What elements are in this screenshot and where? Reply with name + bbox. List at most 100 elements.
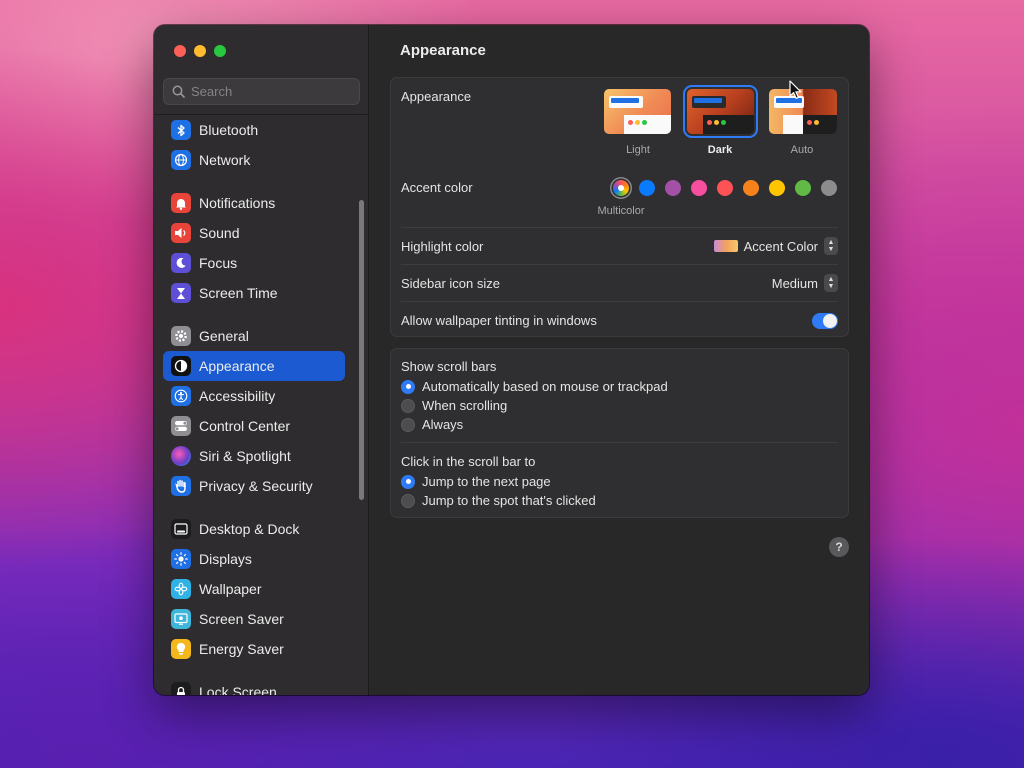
accent-selected-name: Multicolor — [597, 205, 645, 217]
sidebar-item-general[interactable]: General — [163, 321, 345, 351]
highlight-color-swatch — [713, 240, 738, 252]
row-divider — [401, 442, 838, 443]
sidebar-item-label: Bluetooth — [199, 122, 259, 138]
sidebar-icon-size-select[interactable]: Medium ▲ ▼ — [772, 274, 838, 292]
radio-option-always[interactable]: Always — [401, 417, 463, 432]
sidebar-icon-size-value: Medium — [771, 275, 818, 291]
click-scroll-bar-label: Click in the scroll bar to — [401, 454, 536, 469]
siri-icon — [171, 446, 191, 466]
accent-orange-swatch[interactable] — [743, 180, 759, 196]
sidebar-item-label: Lock Screen — [199, 684, 277, 695]
sidebar-item-control-center[interactable]: Control Center — [163, 411, 345, 441]
sidebar-item-label: Siri & Spotlight — [199, 448, 291, 464]
sidebar-scrollbar[interactable] — [359, 200, 364, 500]
sidebar-item-label: Wallpaper — [199, 581, 262, 597]
speaker-icon — [171, 223, 191, 243]
appearance-settings-card: Appearance Light Dark Auto Accent color … — [390, 77, 849, 337]
sidebar-item-label: Appearance — [199, 358, 275, 374]
sidebar-item-wallpaper[interactable]: Wallpaper — [163, 574, 345, 604]
switches-icon — [171, 416, 191, 436]
sidebar-item-label: Notifications — [199, 195, 276, 211]
radio-label: Always — [422, 417, 464, 432]
help-button[interactable]: ? — [829, 537, 849, 557]
sidebar-item-focus[interactable]: Focus — [163, 248, 345, 278]
sidebar-item-sound[interactable]: Sound — [163, 218, 345, 248]
sidebar-item-label: General — [199, 328, 249, 344]
sidebar-item-screen-saver[interactable]: Screen Saver — [163, 604, 345, 634]
sidebar-item-privacy-security[interactable]: Privacy & Security — [163, 471, 345, 501]
sidebar-item-notifications[interactable]: Notifications — [163, 188, 345, 218]
hand-icon — [171, 476, 191, 496]
globe-icon — [171, 150, 191, 170]
wallpaper-tinting-toggle[interactable] — [812, 313, 838, 329]
accent-green-swatch[interactable] — [795, 180, 811, 196]
row-divider — [401, 264, 838, 265]
sidebar-item-desktop-dock[interactable]: Desktop & Dock — [163, 514, 345, 544]
row-divider — [401, 301, 838, 302]
dock-icon — [171, 519, 191, 539]
sidebar-item-label: Privacy & Security — [199, 478, 313, 494]
appearance-dark-option[interactable] — [683, 85, 758, 138]
sidebar-item-label: Screen Saver — [199, 611, 284, 627]
radio-option-spot-clicked[interactable]: Jump to the spot that's clicked — [401, 493, 596, 508]
radio-button[interactable] — [401, 398, 415, 413]
sidebar-item-label: Focus — [199, 255, 238, 271]
sidebar-item-label: Control Center — [199, 418, 291, 434]
screensaver-icon — [171, 609, 191, 629]
radio-option-when-scrolling[interactable]: When scrolling — [401, 398, 507, 413]
scroll-bars-card: Show scroll bars Automatically based on … — [390, 348, 849, 518]
radio-button[interactable] — [401, 417, 415, 432]
accent-graphite-swatch[interactable] — [821, 180, 837, 196]
bluetooth-icon — [171, 120, 191, 140]
sidebar-item-accessibility[interactable]: Accessibility — [163, 381, 345, 411]
accent-multicolor-swatch[interactable] — [613, 180, 629, 196]
radio-label: When scrolling — [422, 398, 508, 413]
radio-button[interactable] — [401, 493, 415, 508]
gear-icon — [171, 326, 191, 346]
sidebar-item-screen-time[interactable]: Screen Time — [163, 278, 345, 308]
highlight-color-select[interactable]: Accent Color ▲ ▼ — [713, 237, 838, 255]
close-button[interactable] — [174, 45, 186, 57]
hourglass-icon — [171, 283, 191, 303]
highlight-color-value: Accent Color — [743, 238, 818, 254]
sidebar-item-label: Network — [199, 152, 251, 168]
sidebar-item-label: Accessibility — [199, 388, 276, 404]
bell-icon — [171, 193, 191, 213]
accent-color-label: Accent color — [401, 180, 473, 195]
sun-icon — [171, 549, 191, 569]
sidebar-item-appearance[interactable]: Appearance — [163, 351, 345, 381]
sidebar-item-displays[interactable]: Displays — [163, 544, 345, 574]
accent-yellow-swatch[interactable] — [769, 180, 785, 196]
appearance-auto-option[interactable] — [769, 89, 837, 134]
radio-option-automatic[interactable]: Automatically based on mouse or trackpad — [401, 379, 668, 394]
radio-button[interactable] — [401, 379, 415, 394]
sidebar-list: Bluetooth Network Notifications Sound Fo… — [154, 113, 359, 695]
radio-label: Jump to the next page — [422, 474, 551, 489]
sidebar-item-energy-saver[interactable]: Energy Saver — [163, 634, 345, 664]
search-icon — [172, 85, 185, 98]
appearance-label: Appearance — [401, 89, 472, 104]
radio-button[interactable] — [401, 474, 415, 489]
minimize-button[interactable] — [194, 45, 206, 57]
flower-icon — [171, 579, 191, 599]
accent-pink-swatch[interactable] — [691, 180, 707, 196]
mouse-pointer-icon — [789, 80, 802, 99]
radio-option-next-page[interactable]: Jump to the next page — [401, 474, 551, 489]
search-input[interactable] — [191, 84, 351, 99]
zoom-button[interactable] — [214, 45, 226, 57]
moon-icon — [171, 253, 191, 273]
sidebar-item-lock-screen[interactable]: Lock Screen — [163, 677, 345, 695]
appearance-auto-label: Auto — [790, 144, 814, 156]
appearance-light-option[interactable] — [604, 89, 671, 134]
sidebar-item-siri-spotlight[interactable]: Siri & Spotlight — [163, 441, 345, 471]
sidebar-icon-size-label: Sidebar icon size — [401, 276, 500, 291]
accent-blue-swatch[interactable] — [639, 180, 655, 196]
accent-purple-swatch[interactable] — [665, 180, 681, 196]
accent-red-swatch[interactable] — [717, 180, 733, 196]
search-field[interactable] — [163, 78, 360, 105]
sidebar-item-network[interactable]: Network — [163, 145, 345, 175]
accessibility-icon — [171, 386, 191, 406]
sidebar-item-bluetooth[interactable]: Bluetooth — [163, 115, 345, 145]
chevron-updown-icon: ▲ ▼ — [824, 237, 838, 255]
sidebar: Bluetooth Network Notifications Sound — [154, 25, 369, 695]
